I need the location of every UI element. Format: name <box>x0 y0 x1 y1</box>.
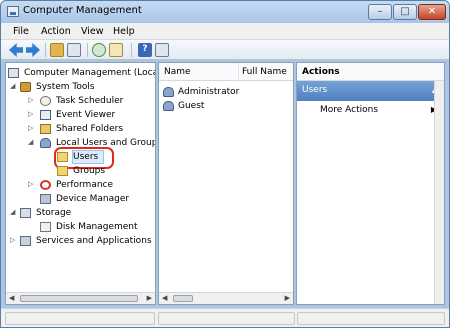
results-list-pane: Name Full Name Administrator Guest ◀ ▶ <box>158 62 294 305</box>
menu-view[interactable]: View <box>81 26 104 37</box>
tree-item-label: Disk Management <box>56 222 138 232</box>
collapse-icon[interactable]: ◢ <box>10 83 17 90</box>
toolbar-separator <box>45 43 46 57</box>
scroll-right-icon[interactable]: ▶ <box>285 295 290 302</box>
expand-icon[interactable]: ▷ <box>28 111 35 118</box>
tree-item-label: Event Viewer <box>56 110 116 120</box>
computer-management-icon <box>8 68 19 78</box>
tree-item-label: Task Scheduler <box>56 96 124 106</box>
column-header-name[interactable]: Name <box>164 67 191 77</box>
collapse-icon[interactable]: ◢ <box>28 139 35 146</box>
expand-icon[interactable]: ▷ <box>10 237 17 244</box>
vertical-scrollbar[interactable] <box>434 81 444 304</box>
tree-item-label: Shared Folders <box>56 124 124 134</box>
actions-title: Actions <box>297 63 444 81</box>
close-button[interactable]: ✕ <box>418 4 446 20</box>
back-arrow-icon[interactable] <box>9 43 23 57</box>
scroll-thumb[interactable] <box>173 295 193 302</box>
tree-item-label: Users <box>73 152 99 162</box>
actions-section-users[interactable]: Users ▲ <box>297 81 444 101</box>
export-list-icon[interactable] <box>109 43 123 57</box>
menu-action[interactable]: Action <box>41 26 71 37</box>
computer-management-window: Computer Management – □ ✕ File Action Vi… <box>0 0 450 328</box>
user-icon <box>163 101 174 111</box>
menu-bar: File Action View Help <box>1 23 449 40</box>
scroll-left-icon[interactable]: ◀ <box>162 295 167 302</box>
up-level-icon[interactable] <box>50 43 64 57</box>
column-divider[interactable] <box>238 63 239 81</box>
console-tree-pane: Computer Management (Local ◢ System Tool… <box>5 62 156 305</box>
more-actions-item[interactable]: More Actions <box>320 105 378 115</box>
computer-management-icon <box>7 6 19 17</box>
toolbar-separator <box>131 43 132 57</box>
tree-item-label: Services and Applications <box>36 236 152 246</box>
shared-folder-icon <box>40 124 51 134</box>
tree-item-label: System Tools <box>36 82 95 92</box>
folder-icon <box>57 152 68 162</box>
forward-arrow-icon[interactable] <box>26 43 40 57</box>
maximize-button[interactable]: □ <box>393 4 417 20</box>
users-group-icon <box>40 138 51 148</box>
menu-help[interactable]: Help <box>113 26 135 37</box>
expand-icon[interactable]: ▷ <box>28 181 35 188</box>
horizontal-scrollbar[interactable]: ◀ ▶ <box>6 292 155 304</box>
actions-section-title: Users <box>302 85 328 95</box>
status-segment <box>5 312 155 325</box>
scroll-left-icon[interactable]: ◀ <box>9 295 14 302</box>
disk-icon <box>40 222 51 232</box>
column-header-full-name[interactable]: Full Name <box>242 67 287 77</box>
toolbar: ? <box>1 40 449 60</box>
actions-pane: Actions Users ▲ More Actions ▶ <box>296 62 445 305</box>
system-tools-icon <box>20 82 31 92</box>
clock-icon <box>40 96 51 106</box>
refresh-icon[interactable] <box>92 43 106 57</box>
title-bar[interactable]: Computer Management – □ ✕ <box>1 1 449 23</box>
expand-icon[interactable]: ▷ <box>28 125 35 132</box>
tree-item-label: Performance <box>56 180 114 190</box>
storage-icon <box>20 208 31 218</box>
toolbar-separator <box>87 43 88 57</box>
services-icon <box>20 236 31 246</box>
collapse-icon[interactable]: ◢ <box>10 209 17 216</box>
show-hide-console-tree-icon[interactable] <box>67 43 81 57</box>
status-segment <box>297 312 445 325</box>
folder-icon <box>57 166 68 176</box>
horizontal-scrollbar[interactable]: ◀ ▶ <box>159 292 293 304</box>
list-item-name: Administrator <box>178 87 240 97</box>
status-segment <box>158 312 295 325</box>
show-hide-action-pane-icon[interactable] <box>155 43 169 57</box>
device-manager-icon <box>40 194 51 204</box>
tree-item-label: Computer Management (Local <box>24 68 156 78</box>
scroll-right-icon[interactable]: ▶ <box>147 295 152 302</box>
tree-item-label: Groups <box>73 166 106 176</box>
expand-icon[interactable]: ▷ <box>28 97 35 104</box>
user-icon <box>163 87 174 97</box>
status-bar <box>1 308 449 327</box>
help-icon[interactable]: ? <box>138 43 152 57</box>
performance-icon <box>40 180 51 190</box>
list-item-name: Guest <box>178 101 205 111</box>
window-title: Computer Management <box>23 5 142 16</box>
list-header: Name Full Name <box>159 63 293 81</box>
event-viewer-icon <box>40 110 51 120</box>
tree-item-label: Storage <box>36 208 72 218</box>
menu-file[interactable]: File <box>13 26 29 37</box>
minimize-button[interactable]: – <box>368 4 392 20</box>
scroll-thumb[interactable] <box>20 295 138 302</box>
tree-item-label: Device Manager <box>56 194 130 204</box>
